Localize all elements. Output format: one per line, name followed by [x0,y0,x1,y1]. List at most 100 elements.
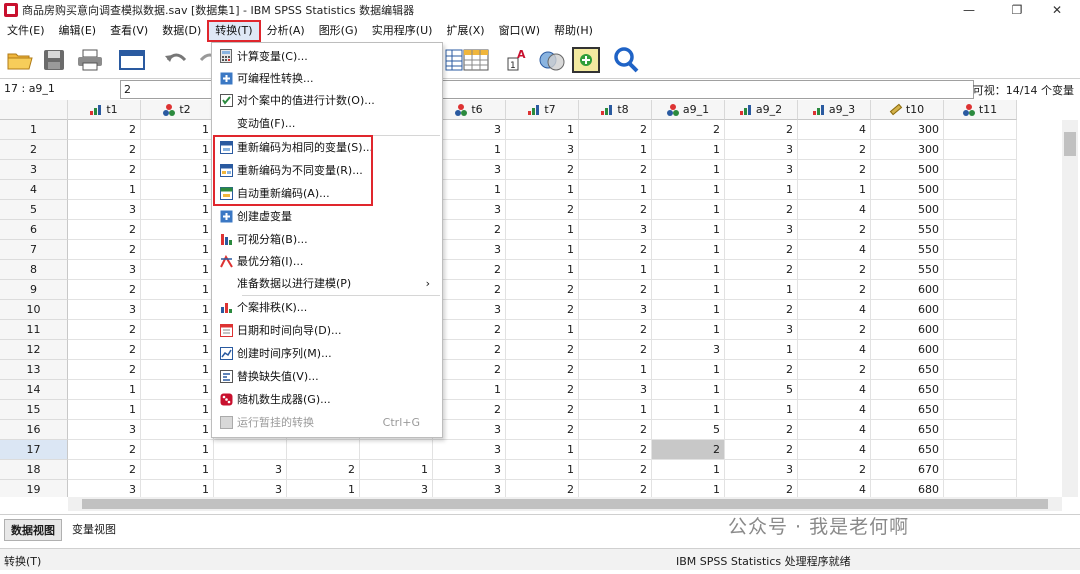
data-cell[interactable]: 2 [433,280,506,300]
menu-file[interactable]: 文件(E) [0,21,52,41]
row-header[interactable]: 2 [0,140,68,160]
data-cell[interactable]: 1 [506,220,579,240]
data-cell[interactable] [944,120,1017,140]
data-cell[interactable]: 300 [871,120,944,140]
data-cell[interactable]: 2 [506,480,579,497]
row-header[interactable]: 19 [0,480,68,497]
data-cell[interactable]: 2 [579,280,652,300]
data-cell[interactable] [944,140,1017,160]
menu-utilities[interactable]: 实用程序(U) [365,21,440,41]
data-cell[interactable]: 3 [68,300,141,320]
data-cell[interactable]: 2 [68,280,141,300]
data-cell[interactable] [944,300,1017,320]
data-cell[interactable] [287,440,360,460]
column-header[interactable]: t7 [506,100,579,120]
transform-menu-item[interactable]: 准备数据以进行建模(P) › [212,272,442,294]
data-cell[interactable]: 2 [287,460,360,480]
data-cell[interactable]: 2 [725,200,798,220]
data-cell[interactable]: 1 [506,240,579,260]
column-header[interactable]: a9_3 [798,100,871,120]
transform-menu-item[interactable]: 日期和时间向导(D)... [212,319,442,341]
data-cell[interactable]: 1 [141,240,214,260]
data-cell[interactable]: 4 [798,420,871,440]
data-cell[interactable]: 680 [871,480,944,497]
data-cell[interactable]: 3 [579,380,652,400]
data-cell[interactable]: 1 [506,180,579,200]
data-cell[interactable]: 2 [725,240,798,260]
data-cell[interactable]: 1 [141,180,214,200]
data-cell[interactable]: 1 [725,400,798,420]
data-cell[interactable]: 550 [871,260,944,280]
data-cell[interactable]: 4 [798,440,871,460]
data-cell[interactable]: 5 [652,420,725,440]
data-cell[interactable]: 3 [433,240,506,260]
data-cell[interactable]: 500 [871,180,944,200]
data-cell[interactable]: 1 [579,400,652,420]
row-header[interactable]: 3 [0,160,68,180]
transform-menu-item[interactable]: 对个案中的值进行计数(O)... [212,89,442,111]
data-cell[interactable]: 2 [798,460,871,480]
data-cell[interactable] [944,220,1017,240]
horizontal-scrollbar[interactable] [68,497,1062,511]
data-cell[interactable]: 3 [506,140,579,160]
column-header[interactable]: t1 [68,100,141,120]
data-cell[interactable]: 3 [360,480,433,497]
data-cell[interactable]: 1 [579,360,652,380]
data-cell[interactable]: 2 [68,120,141,140]
data-cell[interactable]: 4 [798,120,871,140]
data-cell[interactable]: 2 [579,420,652,440]
data-cell[interactable]: 500 [871,200,944,220]
data-cell[interactable]: 650 [871,420,944,440]
data-cell[interactable]: 2 [68,320,141,340]
data-cell[interactable]: 1 [652,220,725,240]
data-cell[interactable]: 1 [579,180,652,200]
data-cell[interactable]: 2 [798,220,871,240]
data-cell[interactable]: 4 [798,340,871,360]
horizontal-scroll-thumb[interactable] [82,499,1048,509]
row-header[interactable]: 14 [0,380,68,400]
transform-menu-item[interactable]: 可视分箱(B)... [212,228,442,250]
data-cell[interactable] [944,460,1017,480]
transform-menu-item[interactable]: 最优分箱(I)... [212,250,442,272]
data-cell[interactable]: 3 [433,480,506,497]
row-header[interactable]: 6 [0,220,68,240]
data-cell[interactable]: 4 [798,480,871,497]
data-cell[interactable]: 3 [68,260,141,280]
column-header[interactable]: a9_1 [652,100,725,120]
data-cell[interactable]: 3 [433,420,506,440]
data-cell[interactable]: 1 [652,480,725,497]
tab-variable-view[interactable]: 变量视图 [66,519,122,541]
minimize-button[interactable]: — [946,0,992,20]
data-cell[interactable]: 3 [652,340,725,360]
data-cell[interactable]: 1 [141,280,214,300]
data-cell[interactable]: 2 [798,320,871,340]
data-cell[interactable]: 650 [871,380,944,400]
search-icon[interactable] [612,46,640,74]
data-cell[interactable] [944,380,1017,400]
transform-menu-item[interactable]: 个案排秩(K)... [212,296,442,318]
data-cell[interactable]: 2 [506,200,579,220]
data-cell[interactable]: 3 [725,220,798,240]
data-cell[interactable]: 1 [141,420,214,440]
data-cell[interactable]: 1 [141,140,214,160]
data-cell[interactable]: 2 [433,340,506,360]
data-cell[interactable]: 1 [506,320,579,340]
data-cell[interactable]: 2 [579,120,652,140]
data-cell[interactable]: 1 [652,200,725,220]
data-cell[interactable]: 500 [871,160,944,180]
data-cell[interactable]: 1 [652,240,725,260]
data-cell[interactable]: 3 [433,120,506,140]
data-cell[interactable]: 1 [652,260,725,280]
data-cell[interactable]: 2 [798,160,871,180]
row-header[interactable]: 12 [0,340,68,360]
data-cell[interactable]: 1 [652,460,725,480]
data-cell[interactable]: 3 [214,460,287,480]
menu-edit[interactable]: 编辑(E) [52,21,104,41]
data-cell[interactable]: 3 [725,160,798,180]
transform-menu-item[interactable]: 创建虚变量 [212,205,442,227]
data-cell[interactable]: 1 [652,160,725,180]
data-cell[interactable]: 1 [360,460,433,480]
column-header[interactable]: t10 [871,100,944,120]
data-cell[interactable]: 600 [871,300,944,320]
data-cell[interactable]: 1 [652,280,725,300]
